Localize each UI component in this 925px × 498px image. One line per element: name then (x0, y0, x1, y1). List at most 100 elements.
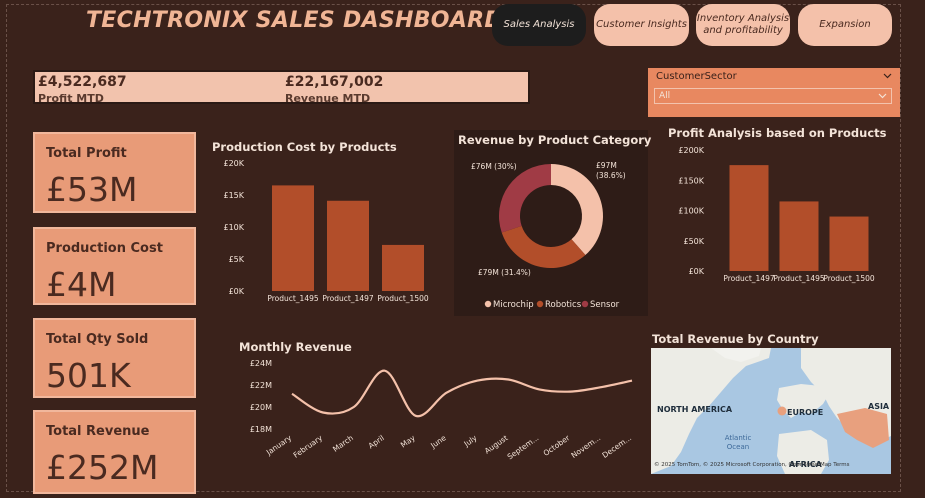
production-cost-chart: £0K £5K £10K £15K £20K Product_1495 Product_14… (223, 159, 429, 303)
data-label: £79M (31.4%) (478, 268, 531, 277)
nav-sales-label: Sales Analysis (503, 19, 575, 30)
bar (729, 165, 769, 271)
x-tick-label: Product_1495 (773, 274, 825, 283)
x-tick-label: June (428, 433, 448, 451)
monthly-revenue-chart: £18M £20M £22M £24M JanuaryFebruary March Apri… (250, 359, 633, 461)
kpi-label: Total Qty Sold (46, 332, 149, 347)
x-tick-label: April (367, 433, 386, 450)
profit-mtd-value: £4,522,687 (38, 74, 127, 90)
donut-slice (499, 164, 551, 233)
x-tick-label: January (264, 433, 294, 458)
bar (272, 185, 314, 291)
kpi-value: 501K (46, 356, 131, 395)
profit-mtd-label: Profit MTD (38, 92, 104, 105)
revenue-mtd-value: £22,167,002 (285, 74, 384, 90)
revenue-map[interactable]: NORTH AMERICA EUROPE ASIA AFRICA Atlanti… (651, 348, 891, 474)
production-cost-title: Production Cost by Products (212, 140, 397, 154)
legend-label: Microchip (493, 300, 534, 310)
x-tick-label: Product_1500 (823, 274, 875, 283)
chevron-down-icon (878, 93, 887, 99)
kpi-card-production-cost: Production Cost £4M (33, 227, 196, 305)
y-tick-label: £100K (678, 207, 704, 216)
profit-analysis-title: Profit Analysis based on Products (668, 126, 887, 140)
kpi-label: Total Profit (46, 146, 127, 161)
slicer-value: All (659, 91, 671, 101)
bar (327, 200, 369, 291)
kpi-value: £53M (46, 170, 138, 209)
monthly-revenue-title: Monthly Revenue (239, 340, 352, 354)
y-tick-label: £22M (250, 381, 272, 390)
x-tick-label: Product_1495 (267, 294, 319, 303)
map-label-atlantic: Atlantic Ocean (724, 434, 752, 451)
kpi-value: £252M (46, 448, 159, 487)
legend-marker (484, 300, 492, 308)
y-tick-label: £20K (223, 159, 244, 168)
map-label-europe: EUROPE (787, 408, 824, 417)
nav-expansion-button[interactable]: Expansion (798, 4, 892, 46)
data-label: (38.6%) (596, 171, 626, 180)
revenue-category-panel: Revenue by Product Category £97M (38.6%) £… (454, 130, 652, 316)
map-label-asia: ASIA (868, 402, 890, 411)
x-tick-label: Decem... (600, 433, 633, 460)
map-attribution: © 2025 TomTom, © 2025 Microsoft Corporat… (654, 462, 850, 468)
map-title: Total Revenue by Country (652, 332, 819, 346)
legend-label: Sensor (590, 300, 620, 310)
bar (829, 216, 869, 271)
bar (779, 201, 819, 271)
series-line (291, 369, 633, 418)
x-tick-label: Novem... (569, 433, 602, 460)
legend-label: Robotics (545, 300, 582, 310)
kpi-card-total-qty: Total Qty Sold 501K (33, 318, 196, 398)
y-tick-label: £18M (250, 425, 272, 434)
page-title: TECHTRONIX SALES DASHBOARD (86, 8, 503, 33)
y-tick-label: £0K (229, 287, 245, 296)
x-tick-label: July (462, 433, 479, 449)
y-tick-label: £200K (678, 146, 704, 155)
nav-sales-analysis-button[interactable]: Sales Analysis (492, 4, 586, 46)
nav-customer-insights-button[interactable]: Customer Insights (594, 4, 689, 46)
y-tick-label: £10K (223, 223, 244, 232)
y-tick-label: £150K (678, 176, 704, 185)
x-tick-label: Septem... (506, 433, 541, 461)
kpi-card-total-profit: Total Profit £53M (33, 132, 196, 213)
slicer-header: CustomerSector (656, 71, 737, 82)
kpi-label: Total Revenue (46, 424, 150, 439)
nav-inventory-label-1: Inventory Analysis (696, 13, 790, 24)
legend-marker (536, 300, 544, 308)
y-tick-label: £50K (683, 237, 704, 246)
data-label: £76M (30%) (471, 162, 517, 171)
nav-expansion-label: Expansion (819, 19, 871, 30)
donut-slice (501, 225, 586, 268)
y-tick-label: £0K (689, 267, 705, 276)
x-tick-label: August (483, 433, 510, 455)
customer-sector-slicer[interactable]: CustomerSector All (648, 68, 900, 117)
x-tick-label: October (542, 433, 572, 458)
nav-inventory-label-2: and profitability (703, 25, 783, 36)
nav-inventory-button[interactable]: Inventory Analysis and profitability (696, 4, 790, 46)
bar (382, 244, 424, 291)
revenue-category-chart: £97M(38.6%) £79M (31.4%) £76M (30%) Microch… (471, 161, 626, 310)
y-tick-label: £24M (250, 359, 272, 368)
slicer-dropdown[interactable]: All (654, 88, 892, 104)
x-tick-label: Product_1497 (723, 274, 775, 283)
x-tick-label: Product_1500 (377, 294, 429, 303)
x-tick-label: May (399, 433, 417, 450)
y-tick-label: £20M (250, 403, 272, 412)
x-tick-label: March (331, 433, 355, 454)
x-tick-label: February (292, 433, 325, 460)
chevron-up-icon[interactable] (883, 73, 892, 79)
kpi-label: Production Cost (46, 241, 163, 256)
y-tick-label: £5K (229, 255, 245, 264)
legend-marker (581, 300, 589, 308)
kpi-value: £4M (46, 265, 117, 304)
mtd-banner: £4,522,687 Profit MTD £22,167,002 Revenu… (33, 70, 530, 105)
x-tick-label: Product_1497 (322, 294, 374, 303)
y-tick-label: £15K (223, 191, 244, 200)
kpi-card-total-revenue: Total Revenue £252M (33, 410, 196, 494)
nav-customer-label: Customer Insights (596, 19, 687, 30)
revenue-category-title: Revenue by Product Category (458, 133, 652, 147)
data-label: £97M (596, 161, 617, 170)
profit-analysis-chart: £0K£50K£100K£150K£200KProduct_1497Produc… (678, 146, 875, 283)
map-label-north-america: NORTH AMERICA (657, 405, 733, 414)
revenue-mtd-label: Revenue MTD (285, 92, 371, 105)
